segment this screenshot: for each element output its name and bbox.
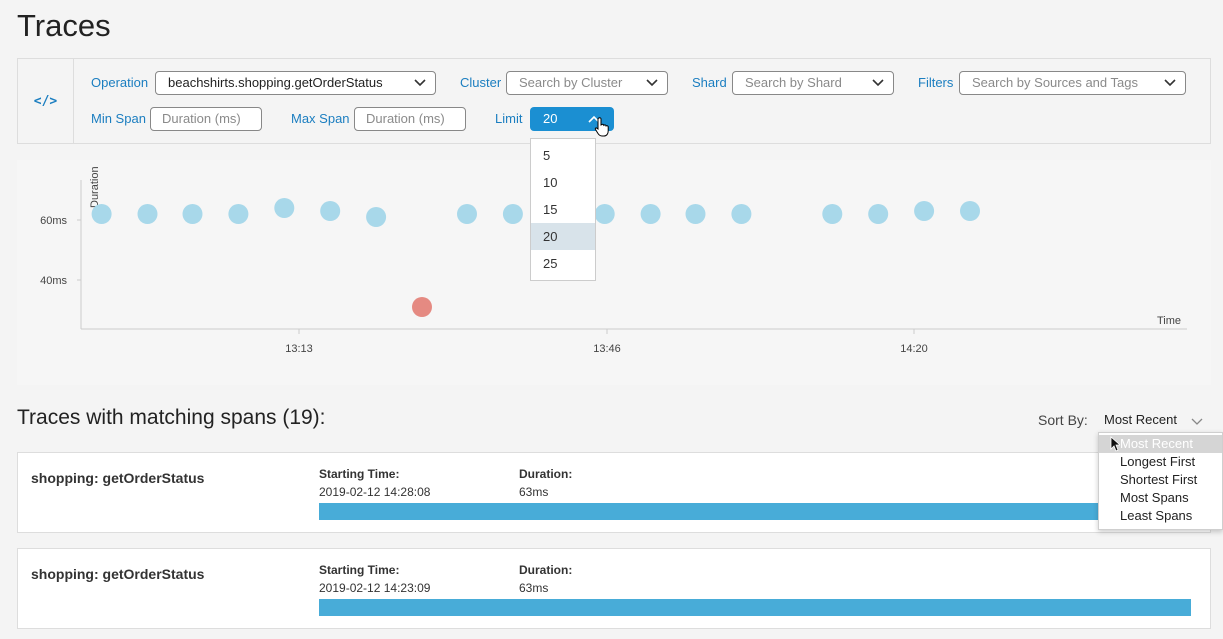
y-tick-label: 40ms	[40, 275, 67, 287]
sort-option[interactable]: Most Spans	[1099, 489, 1222, 507]
trace-point[interactable]	[822, 204, 843, 224]
filters-label: Filters	[918, 75, 954, 90]
trace-name: shopping: getOrderStatus	[31, 470, 205, 486]
starting-time-value: 2019-02-12 14:28:08	[319, 485, 431, 499]
max-span-input[interactable]: Duration (ms)	[354, 107, 466, 131]
chevron-down-icon	[414, 79, 426, 87]
chevron-down-icon	[872, 79, 884, 87]
trace-point[interactable]	[594, 204, 615, 224]
chevron-down-icon	[646, 79, 658, 87]
y-axis-title: Duration	[89, 166, 101, 208]
operation-label: Operation	[91, 75, 149, 90]
trace-point[interactable]	[502, 204, 523, 224]
trace-point[interactable]	[366, 207, 387, 227]
cluster-placeholder: Search by Cluster	[519, 75, 623, 90]
x-tick-label: 13:46	[593, 343, 621, 355]
query-panel: </> Operation beachshirts.shopping.getOr…	[17, 58, 1211, 144]
limit-option-selected[interactable]: 20	[531, 223, 595, 250]
hand-cursor-icon	[594, 117, 609, 137]
limit-label: Limit	[495, 111, 523, 126]
shard-placeholder: Search by Shard	[745, 75, 842, 90]
sort-by-label: Sort By:	[1038, 412, 1088, 428]
page-title: Traces	[17, 8, 111, 43]
code-view-toggle-icon[interactable]: </>	[18, 59, 74, 143]
min-span-label: Min Span	[91, 111, 146, 126]
trace-card[interactable]: shopping: getOrderStatus Starting Time: …	[17, 548, 1211, 629]
x-tick-label: 13:13	[285, 343, 313, 355]
sort-option[interactable]: Longest First	[1099, 453, 1222, 471]
duration-label: Duration:	[519, 467, 573, 481]
filters-select[interactable]: Search by Sources and Tags	[959, 71, 1186, 95]
duration-value: 63ms	[519, 485, 549, 499]
limit-dropdown-menu: 5 10 15 20 25	[530, 138, 596, 281]
duration-label: Duration:	[519, 563, 573, 577]
trace-name: shopping: getOrderStatus	[31, 566, 205, 582]
trace-point[interactable]	[640, 204, 661, 224]
starting-time-label: Starting Time:	[319, 467, 400, 481]
trace-point[interactable]	[91, 204, 112, 224]
limit-option[interactable]: 10	[531, 169, 595, 196]
trace-point[interactable]	[914, 201, 935, 221]
chart-svg: 60ms 40ms 13:13 13:46 14:20 Time Duratio…	[40, 166, 1187, 355]
sort-option[interactable]: Shortest First	[1099, 471, 1222, 489]
sort-by-value: Most Recent	[1104, 412, 1177, 427]
trace-point[interactable]	[457, 204, 477, 224]
trace-point[interactable]	[228, 204, 249, 224]
shard-label: Shard	[692, 75, 727, 90]
starting-time-value: 2019-02-12 14:23:09	[319, 581, 431, 595]
x-axis-title: Time	[1157, 315, 1181, 327]
cluster-select[interactable]: Search by Cluster	[506, 71, 668, 95]
arrow-cursor-icon	[1110, 436, 1120, 452]
trace-point[interactable]	[685, 204, 706, 224]
results-heading: Traces with matching spans (19):	[17, 406, 326, 429]
starting-time-label: Starting Time:	[319, 563, 400, 577]
max-span-label: Max Span	[291, 111, 350, 126]
duration-value: 63ms	[519, 581, 549, 595]
y-tick-label: 60ms	[40, 215, 67, 227]
trace-card[interactable]: shopping: getOrderStatus Starting Time: …	[17, 452, 1211, 533]
limit-value: 20	[543, 111, 558, 126]
trace-duration-bar	[319, 599, 1191, 616]
trace-point[interactable]	[137, 204, 158, 224]
chevron-down-icon	[1191, 418, 1203, 425]
min-span-input[interactable]: Duration (ms)	[150, 107, 262, 131]
chevron-down-icon	[1164, 79, 1176, 87]
trace-point[interactable]	[731, 204, 752, 224]
limit-option[interactable]: 5	[531, 142, 595, 169]
trace-duration-bar	[319, 503, 1119, 520]
sort-option[interactable]: Least Spans	[1099, 507, 1222, 525]
trace-point[interactable]	[412, 297, 432, 317]
operation-value: beachshirts.shopping.getOrderStatus	[168, 75, 383, 90]
filters-placeholder: Search by Sources and Tags	[972, 75, 1138, 90]
limit-option[interactable]: 15	[531, 196, 595, 223]
trace-point[interactable]	[868, 204, 889, 224]
operation-select[interactable]: beachshirts.shopping.getOrderStatus	[155, 71, 436, 95]
trace-point[interactable]	[274, 198, 295, 218]
x-tick-label: 14:20	[900, 343, 928, 355]
limit-option[interactable]: 25	[531, 250, 595, 277]
trace-point[interactable]	[320, 201, 341, 221]
trace-point[interactable]	[960, 201, 980, 221]
trace-point[interactable]	[182, 204, 203, 224]
shard-select[interactable]: Search by Shard	[732, 71, 894, 95]
traces-scatter-chart: 60ms 40ms 13:13 13:46 14:20 Time Duratio…	[17, 160, 1211, 385]
sort-by-select[interactable]: Most Recent	[1104, 412, 1203, 427]
cluster-label: Cluster	[460, 75, 502, 90]
